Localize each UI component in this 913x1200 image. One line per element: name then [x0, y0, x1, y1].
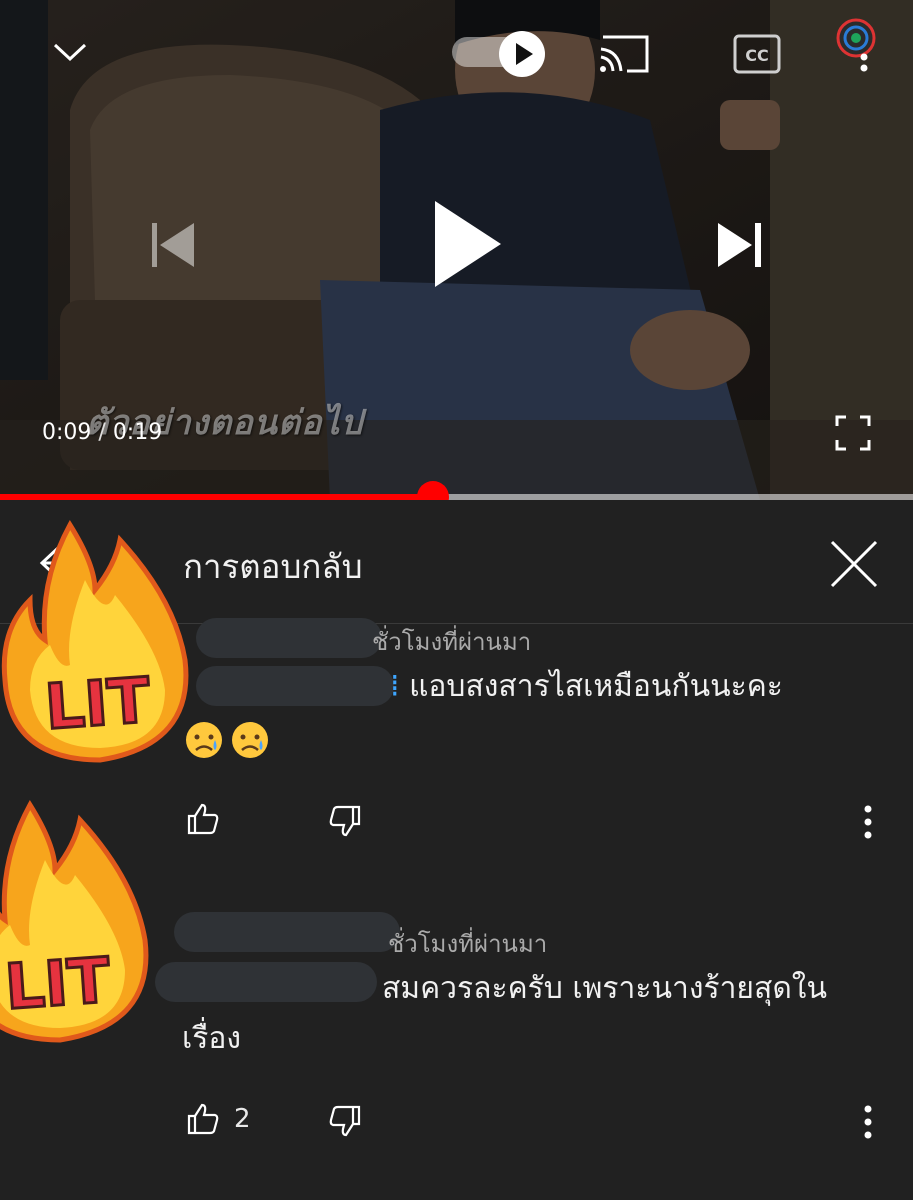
player-more-button[interactable] [850, 30, 878, 76]
dislike-button[interactable] [328, 804, 362, 838]
reply-body: แอบสงสารไสเหมือนกันนะคะ [409, 669, 783, 704]
play-button[interactable] [420, 196, 516, 292]
thumb-up-icon [187, 1103, 219, 1135]
sticker-label: LIT [43, 663, 153, 743]
reply-text: สมควรละครับ เพราะนางร้ายสุดในเรื่อง [182, 964, 872, 1064]
time-separator: / [91, 420, 113, 445]
skip-next-icon [718, 223, 761, 267]
cast-button[interactable] [596, 30, 652, 76]
mention-tail: ⁞ [390, 669, 410, 704]
svg-text:CC: CC [745, 46, 768, 65]
play-circle-icon [499, 31, 545, 77]
reply-body: สมควรละครับ เพราะนางร้ายสุดในเรื่อง [182, 971, 827, 1056]
minimize-button[interactable] [48, 30, 92, 74]
fullscreen-button[interactable] [834, 414, 872, 452]
close-button[interactable] [826, 536, 882, 592]
play-icon [435, 201, 501, 287]
dislike-button[interactable] [328, 1104, 362, 1138]
reply-text: ⁞ แอบสงสารไสเหมือนกันนะคะ [390, 662, 783, 712]
like-button[interactable]: 2 [186, 1102, 251, 1136]
cast-icon [600, 35, 649, 73]
sticker-label: LIT [3, 943, 113, 1023]
duration: 0:19 [112, 420, 163, 445]
like-count: 2 [234, 1104, 251, 1134]
like-button[interactable] [186, 802, 234, 836]
redacted-mention [196, 666, 394, 706]
closed-captions-icon: CC [733, 34, 781, 74]
redacted-username [196, 618, 382, 658]
panel-title: การตอบกลับ [183, 547, 363, 586]
fullscreen-icon [835, 415, 871, 451]
current-time: 0:09 [42, 420, 92, 445]
more-vertical-icon [864, 805, 872, 839]
redacted-username [174, 912, 400, 952]
lit-fire-sticker: LIT [0, 800, 149, 1043]
autoplay-toggle[interactable] [452, 30, 546, 77]
skip-previous-icon [152, 223, 194, 267]
close-icon [830, 540, 878, 588]
lit-fire-sticker: LIT [1, 520, 189, 763]
reply-more-button[interactable] [856, 1102, 880, 1142]
sad-face-emoji-icon [232, 722, 268, 758]
time-display: 0:09 / 0:19 [42, 420, 162, 445]
previous-button[interactable] [142, 215, 202, 275]
chevron-down-icon [53, 43, 87, 62]
reply-timestamp: ชั่วโมงที่ผ่านมา [372, 628, 532, 656]
thumb-up-icon [187, 803, 219, 835]
captions-button[interactable]: CC [730, 32, 784, 76]
next-button[interactable] [710, 215, 770, 275]
more-vertical-icon [864, 1105, 872, 1139]
reply-more-button[interactable] [856, 802, 880, 842]
thumb-down-icon [329, 1105, 361, 1137]
more-vertical-icon [860, 53, 868, 72]
video-player[interactable]: CC ตัวอย่างตอนต่อไป 0:09 / 0:19 [0, 0, 913, 500]
reply-timestamp: ชั่วโมงที่ผ่านมา [388, 930, 548, 958]
thumb-down-icon [329, 805, 361, 837]
